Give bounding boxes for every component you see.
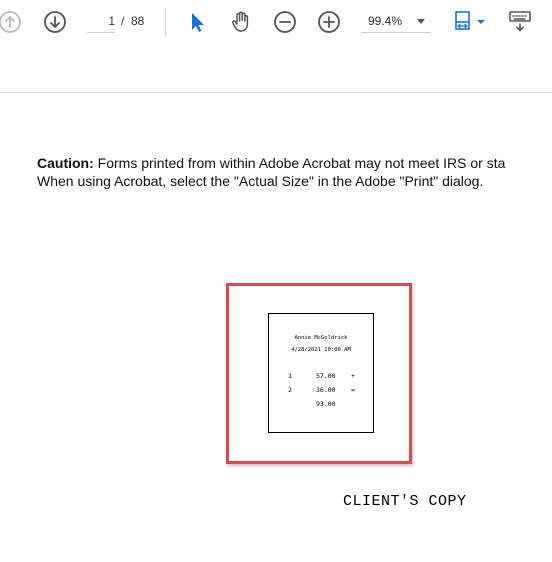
receipt-total: 93.00: [316, 400, 336, 408]
fit-page-dropdown-icon[interactable]: [476, 10, 486, 34]
keyboard-icon[interactable]: [508, 9, 532, 33]
copy-label: CLIENT'S COPY: [343, 493, 467, 510]
document-page: Caution: Forms printed from within Adobe…: [0, 93, 552, 562]
secondary-toolbar: [0, 44, 552, 93]
receipt-row-amount: 36.00: [316, 386, 336, 394]
receipt: Annie McGoldrick 4/28/2021 10:00 AM 1 57…: [268, 313, 374, 433]
receipt-row-index: 1: [288, 372, 292, 380]
zoom-in-icon[interactable]: [317, 10, 341, 34]
page-separator: /: [121, 14, 125, 28]
select-arrow-icon[interactable]: [186, 10, 210, 34]
zoom-out-icon[interactable]: [273, 10, 297, 34]
hand-icon[interactable]: [229, 9, 253, 33]
receipt-row-index: 2: [288, 386, 292, 394]
receipt-name: Annie McGoldrick: [294, 335, 348, 341]
fit-page-icon[interactable]: [452, 9, 476, 33]
receipt-datetime: 4/28/2021 10:00 AM: [291, 347, 351, 353]
next-page-icon[interactable]: [43, 10, 67, 34]
caution-notice: Caution: Forms printed from within Adobe…: [37, 154, 552, 190]
page-number-input[interactable]: 1: [87, 10, 115, 33]
toolbar-divider: [165, 8, 166, 36]
receipt-row-operator: +: [351, 372, 355, 380]
page-total: 88: [131, 14, 145, 28]
receipt-row-operator: =: [351, 386, 355, 394]
previous-page-icon[interactable]: [0, 10, 24, 34]
caution-line-2: When using Acrobat, select the "Actual S…: [37, 173, 484, 189]
zoom-value: 99.4%: [368, 14, 403, 28]
caution-line-1: Forms printed from within Adobe Acrobat …: [97, 155, 506, 171]
toolbar: 1 / 88 99.4%: [0, 0, 552, 44]
receipt-row-amount: 57.00: [316, 372, 336, 380]
chevron-down-icon: [417, 19, 425, 24]
caution-label: Caution:: [37, 155, 94, 171]
zoom-dropdown[interactable]: 99.4%: [361, 10, 431, 33]
